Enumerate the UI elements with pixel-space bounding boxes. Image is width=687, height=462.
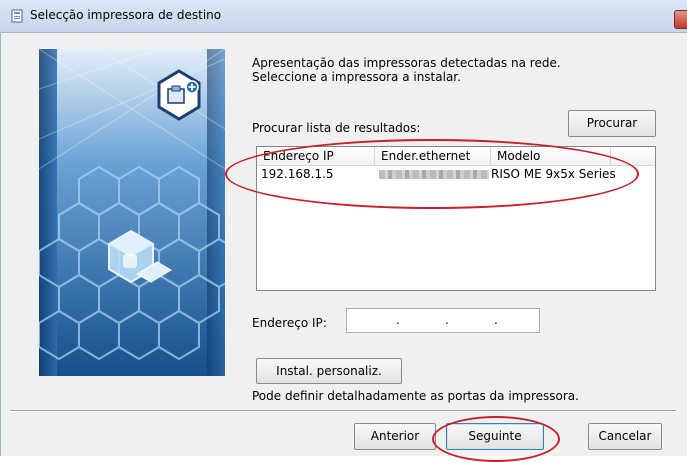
description-line-1: Apresentação das impressoras detectadas …	[252, 56, 561, 70]
cancel-button[interactable]: Cancelar	[588, 423, 662, 450]
footer-separator	[10, 410, 676, 412]
ip-address-input[interactable]: . . .	[346, 308, 540, 333]
row-model: RISO ME 9x5x Series	[491, 167, 616, 181]
next-button[interactable]: Seguinte	[446, 423, 544, 450]
table-row[interactable]: 192.168.1.5 RISO ME 9x5x Series	[257, 166, 655, 183]
column-header-ip-address[interactable]: Endereço IP	[257, 147, 375, 165]
column-header-model[interactable]: Modelo	[491, 147, 611, 165]
ip-separator-2: .	[445, 313, 449, 327]
row-ethernet-address-redacted	[375, 166, 489, 184]
list-header: Endereço IP Ender.ethernet Modelo	[257, 147, 655, 166]
network-printer-cubes-graphic	[39, 49, 225, 376]
description: Apresentação das impressoras detectadas …	[252, 56, 561, 84]
close-button[interactable]	[674, 10, 687, 29]
window-title: Selecção impressora de destino	[30, 8, 222, 22]
column-header-filler	[611, 147, 655, 165]
search-button[interactable]: Procurar	[568, 110, 656, 137]
custom-install-description: Pode definir detalhadamente as portas da…	[252, 389, 579, 403]
title-bar[interactable]: Selecção impressora de destino	[0, 0, 687, 33]
ip-separator-3: .	[494, 313, 498, 327]
row-ip-address: 192.168.1.5	[261, 167, 334, 181]
description-line-2: Seleccione a impressora a instalar.	[252, 70, 461, 84]
printer-badge-icon	[157, 69, 201, 121]
ip-separator-1: .	[396, 313, 400, 327]
installer-window: Selecção impressora de destino Apresenta…	[0, 0, 687, 462]
custom-install-button[interactable]: Instal. personaliz.	[256, 358, 402, 384]
column-header-ethernet-address[interactable]: Ender.ethernet	[375, 147, 491, 165]
search-results-label: Procurar lista de resultados:	[252, 121, 421, 135]
previous-button[interactable]: Anterior	[354, 423, 436, 450]
printer-setup-icon	[11, 9, 23, 23]
printer-results-list[interactable]: Endereço IP Ender.ethernet Modelo 192.16…	[256, 146, 656, 291]
ip-address-label: Endereço IP:	[252, 316, 327, 330]
